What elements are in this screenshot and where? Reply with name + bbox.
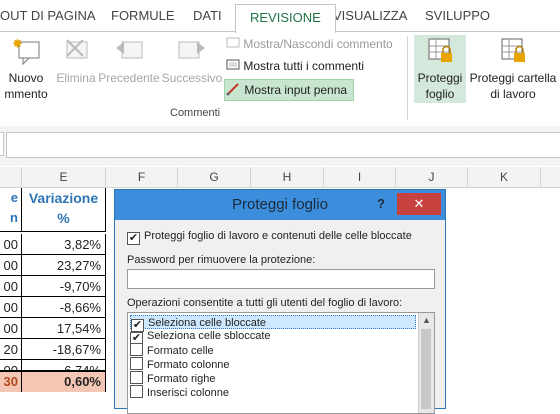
group-label-comments: Commenti [170, 107, 221, 119]
formula-bar-area [0, 126, 560, 166]
tab-data[interactable]: DATI [193, 8, 222, 23]
new-comment-button[interactable]: ✸ Nuovo mmento [0, 36, 52, 102]
scroll-up-icon[interactable]: ▲ [419, 313, 434, 327]
cell-d-row[interactable]: 00 [0, 255, 22, 276]
protect-sheet-button[interactable]: Proteggi foglio [414, 36, 466, 102]
help-icon[interactable]: ? [377, 196, 385, 211]
operation-item[interactable]: Formato colonne [130, 357, 416, 371]
show-ink-button[interactable]: Mostra input penna [224, 79, 355, 101]
cell-d-row[interactable]: 00 [0, 234, 22, 255]
operations-list: ✔ Seleziona celle bloccate ✔ Seleziona cel… [127, 312, 435, 414]
dialog-title: Proteggi foglio [232, 196, 328, 213]
cell-e-row[interactable]: 17,54% [22, 318, 106, 339]
cell-e-row[interactable]: -9,70% [22, 276, 106, 297]
header-cell-variazione[interactable]: Variazione% [22, 188, 106, 232]
delete-comment-button[interactable]: Elimina [54, 36, 98, 86]
new-comment-icon: ✸ [12, 36, 40, 66]
column-header-d[interactable] [0, 167, 22, 187]
cell-e-row[interactable]: 23,27% [22, 255, 106, 276]
cell-d-row[interactable]: 00 [0, 276, 22, 297]
tab-review[interactable]: REVISIONE [235, 4, 336, 33]
previous-comment-icon [116, 41, 143, 59]
protect-sheet-dialog: Proteggi foglio ? ✕ ✔ Proteggi foglio di … [114, 189, 446, 414]
show-hide-comment-button[interactable]: Mostra/Nascondi commento [226, 34, 393, 54]
ribbon-tabs: OUT DI PAGINA FORMULE DATI REVISIONE VIS… [0, 0, 560, 33]
password-label: Password per rimuovere la protezione: [127, 254, 316, 266]
name-box[interactable] [0, 132, 4, 156]
protect-contents-checkbox[interactable]: ✔ [127, 232, 140, 245]
tab-page-layout[interactable]: OUT DI PAGINA [0, 8, 96, 23]
column-header-i[interactable]: I [324, 167, 396, 187]
column-header-j[interactable]: J [396, 167, 468, 187]
list-scrollbar[interactable]: ▲ [418, 313, 434, 413]
operation-item[interactable]: Formato celle [130, 343, 416, 357]
scrollbar-thumb[interactable] [421, 329, 431, 409]
cell-d-row[interactable]: 20 [0, 339, 22, 360]
operation-item[interactable]: Formato righe [130, 371, 416, 385]
cell-e-row[interactable]: -18,67% [22, 339, 106, 360]
tab-developer[interactable]: SVILUPPO [425, 8, 490, 23]
operation-checkbox[interactable] [130, 357, 143, 370]
header-cell-d[interactable]: en [0, 188, 22, 232]
svg-text:✸: ✸ [12, 36, 23, 51]
operation-checkbox[interactable] [130, 343, 143, 356]
operation-item[interactable]: ✔ Seleziona celle sbloccate [130, 329, 416, 345]
password-input[interactable] [127, 269, 435, 289]
close-button[interactable]: ✕ [397, 193, 441, 215]
protect-contents-checkbox-row[interactable]: ✔ Proteggi foglio di lavoro e contenuti d… [127, 230, 412, 245]
operation-item[interactable]: Inserisci colonne [130, 385, 416, 399]
cell-e-row[interactable]: 3,82% [22, 234, 106, 255]
group-separator [407, 36, 408, 120]
operation-checkbox[interactable] [130, 371, 143, 384]
cell-d-row[interactable]: 00 [0, 318, 22, 339]
operation-item[interactable]: ✔ Seleziona celle bloccate [130, 315, 416, 332]
tab-view[interactable]: VISUALIZZA [333, 8, 407, 23]
column-header-k[interactable]: K [468, 167, 541, 187]
column-header-f[interactable]: F [106, 167, 178, 187]
show-hide-comment-icon [226, 37, 240, 48]
total-cell-variazione[interactable]: 0,60% [22, 370, 106, 392]
protect-sheet-icon [428, 38, 452, 62]
show-all-comments-icon [226, 59, 240, 70]
column-header-g[interactable]: G [178, 167, 251, 187]
next-comment-button[interactable]: Successivo [160, 36, 224, 86]
column-headers: E F G H I J K [0, 167, 560, 188]
cell-e-row[interactable]: -8,66% [22, 297, 106, 318]
formula-input[interactable] [6, 132, 560, 158]
previous-comment-button[interactable]: Precedente [98, 36, 160, 86]
protect-workbook-button[interactable]: Proteggi cartella di lavoro [466, 36, 560, 102]
total-cell-d[interactable]: 30 [0, 370, 22, 392]
operations-label: Operazioni consentite a tutti gli utenti… [127, 297, 403, 309]
protect-workbook-icon [501, 38, 525, 62]
pen-icon [226, 83, 239, 96]
show-all-comments-button[interactable]: Mostra tutti i commenti [226, 56, 364, 76]
ribbon-review: ✸ Nuovo mmento Elimina Precedente Succes… [0, 31, 560, 127]
cell-d-row[interactable]: 00 [0, 297, 22, 318]
dialog-title-bar[interactable]: Proteggi foglio ? ✕ [115, 190, 445, 220]
delete-comment-icon [66, 39, 88, 59]
next-comment-icon [178, 41, 205, 59]
operation-checkbox[interactable] [130, 385, 143, 398]
column-header-e[interactable]: E [22, 167, 106, 187]
tab-formulas[interactable]: FORMULE [111, 8, 175, 23]
column-header-h[interactable]: H [251, 167, 324, 187]
